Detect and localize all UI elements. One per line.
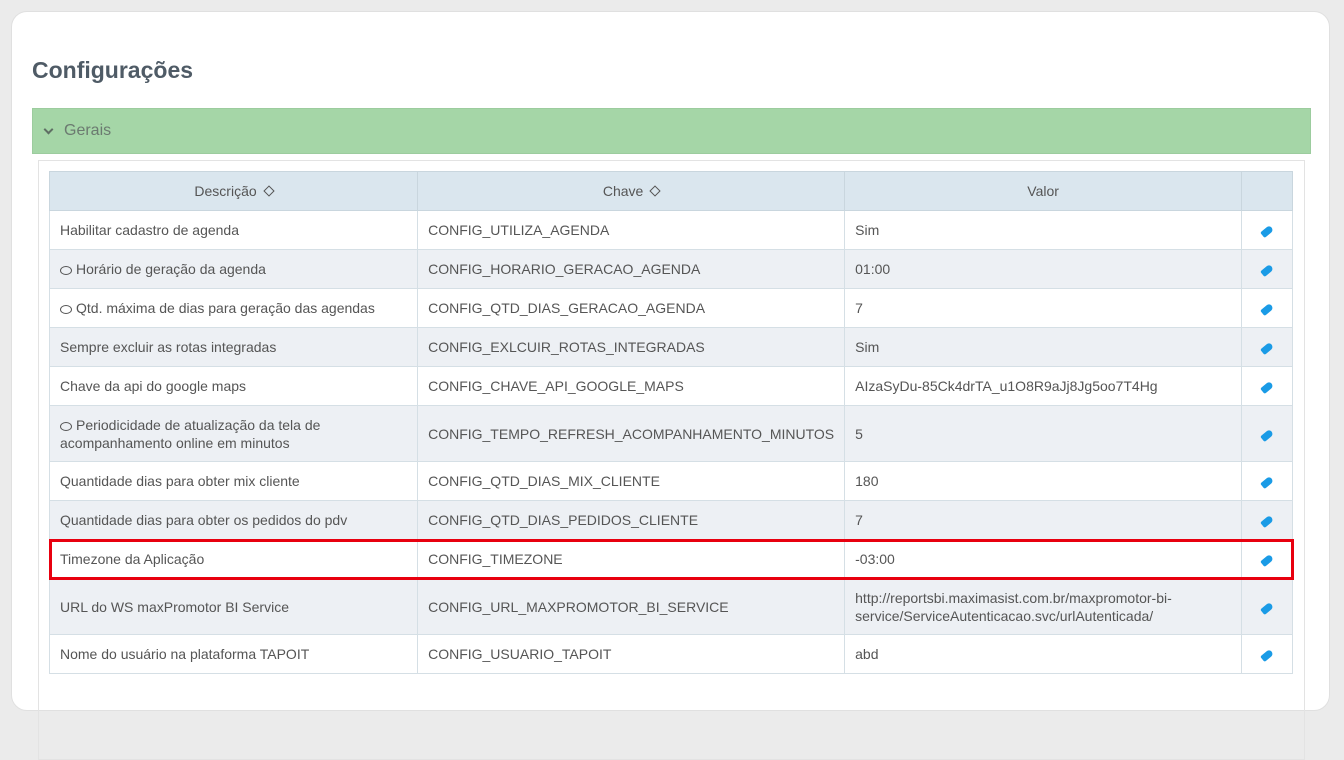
edit-button[interactable] [1241, 539, 1293, 579]
table-row: Sempre excluir as rotas integradas CONFI… [48, 327, 1293, 367]
table-row: Habilitar cadastro de agenda CONFIG_UTIL… [48, 210, 1293, 250]
column-header-actions [1241, 171, 1293, 211]
config-card: Configurações Gerais Descrição Chave Val… [11, 11, 1330, 760]
table-row: Chave da api do google maps CONFIG_CHAVE… [48, 366, 1293, 406]
cell-chave: CONFIG_QTD_DIAS_GERACAO_AGENDA [417, 288, 846, 328]
cell-chave: CONFIG_USUARIO_TAPOIT [417, 634, 846, 674]
column-header-descricao[interactable]: Descrição [48, 171, 419, 211]
edit-button[interactable] [1241, 288, 1293, 328]
cell-descricao: Horário de geração da agenda [48, 249, 419, 289]
cell-valor: 7 [844, 500, 1243, 540]
table-row: Timezone da Aplicação CONFIG_TIMEZONE -0… [48, 538, 1294, 580]
column-header-valor: Valor [844, 171, 1243, 211]
pencil-icon [1260, 553, 1274, 568]
edit-button[interactable] [1241, 461, 1293, 501]
cell-chave: CONFIG_URL_MAXPROMOTOR_BI_SERVICE [417, 578, 846, 635]
edit-button[interactable] [1241, 578, 1293, 635]
pencil-icon [1260, 475, 1274, 490]
panel-title: Gerais [64, 122, 112, 139]
pencil-icon [1260, 341, 1274, 356]
table-row: Periodicidade de atualização da tela de … [48, 405, 1293, 462]
cell-valor: -03:00 [844, 539, 1243, 579]
sort-icon [649, 185, 662, 197]
edit-button[interactable] [1241, 249, 1293, 289]
table-row: URL do WS maxPromotor BI Service CONFIG_… [48, 578, 1293, 635]
chevron-down-icon [43, 124, 54, 134]
table-row: Nome do usuário na plataforma TAPOIT CON… [48, 634, 1293, 674]
config-table: Descrição Chave Valor Habilitar cadastro… [48, 171, 1294, 674]
cell-valor: Sim [844, 210, 1243, 250]
pencil-icon [1260, 428, 1274, 442]
cell-valor: 5 [844, 405, 1243, 462]
table-row: Quantidade dias para obter os pedidos do… [48, 500, 1293, 540]
sort-icon [262, 185, 275, 197]
comment-icon[interactable] [60, 266, 72, 275]
edit-button[interactable] [1241, 634, 1293, 674]
table-row: Horário de geração da agenda CONFIG_HORA… [48, 249, 1293, 289]
cell-chave: CONFIG_HORARIO_GERACAO_AGENDA [417, 249, 846, 289]
cell-chave: CONFIG_TEMPO_REFRESH_ACOMPANHAMENTO_MINU… [417, 405, 846, 462]
cell-chave: CONFIG_UTILIZA_AGENDA [417, 210, 846, 250]
table-row: Qtd. máxima de dias para geração das age… [48, 288, 1293, 328]
edit-button[interactable] [1241, 210, 1293, 250]
cell-descricao: Timezone da Aplicação [48, 539, 419, 579]
comment-icon[interactable] [60, 421, 72, 431]
cell-descricao: Habilitar cadastro de agenda [48, 210, 419, 250]
pencil-icon [1260, 601, 1274, 615]
cell-valor: 180 [844, 461, 1243, 501]
edit-button[interactable] [1241, 500, 1293, 540]
comment-icon[interactable] [60, 305, 72, 314]
cell-descricao: Sempre excluir as rotas integradas [48, 327, 419, 367]
cell-valor: 7 [844, 288, 1243, 328]
column-header-chave[interactable]: Chave [417, 171, 846, 211]
cell-chave: CONFIG_EXLCUIR_ROTAS_INTEGRADAS [417, 327, 846, 367]
panel-gerais-header[interactable]: Gerais [32, 108, 1311, 154]
cell-chave: CONFIG_TIMEZONE [417, 539, 846, 579]
pencil-icon [1260, 380, 1274, 395]
cell-descricao: Quantidade dias para obter mix cliente [48, 461, 419, 501]
edit-button[interactable] [1241, 405, 1293, 462]
cell-chave: CONFIG_QTD_DIAS_MIX_CLIENTE [417, 461, 846, 501]
pencil-icon [1260, 514, 1274, 529]
cell-descricao: Quantidade dias para obter os pedidos do… [48, 500, 419, 540]
page-title: Configurações [32, 57, 194, 83]
table-row: Quantidade dias para obter mix cliente C… [48, 461, 1293, 501]
cell-valor: 01:00 [844, 249, 1243, 289]
edit-button[interactable] [1241, 366, 1293, 406]
cell-valor: Sim [844, 327, 1243, 367]
cell-descricao: URL do WS maxPromotor BI Service [48, 578, 419, 635]
pencil-icon [1260, 263, 1274, 278]
cell-valor: AIzaSyDu-85Ck4drTA_u1O8R9aJj8Jg5oo7T4Hg [844, 366, 1243, 406]
cell-descricao: Qtd. máxima de dias para geração das age… [48, 288, 419, 328]
cell-chave: CONFIG_CHAVE_API_GOOGLE_MAPS [417, 366, 846, 406]
cell-valor: abd [844, 634, 1243, 674]
cell-chave: CONFIG_QTD_DIAS_PEDIDOS_CLIENTE [417, 500, 846, 540]
edit-button[interactable] [1241, 327, 1293, 367]
pencil-icon [1260, 224, 1274, 239]
cell-descricao: Nome do usuário na plataforma TAPOIT [48, 634, 419, 674]
pencil-icon [1260, 648, 1274, 663]
cell-valor: http://reportsbi.maximasist.com.br/maxpr… [844, 578, 1243, 635]
cell-descricao: Periodicidade de atualização da tela de … [48, 405, 419, 462]
cell-descricao: Chave da api do google maps [48, 366, 419, 406]
pencil-icon [1260, 302, 1274, 317]
panel-body: Descrição Chave Valor Habilitar cadastro… [38, 160, 1305, 760]
